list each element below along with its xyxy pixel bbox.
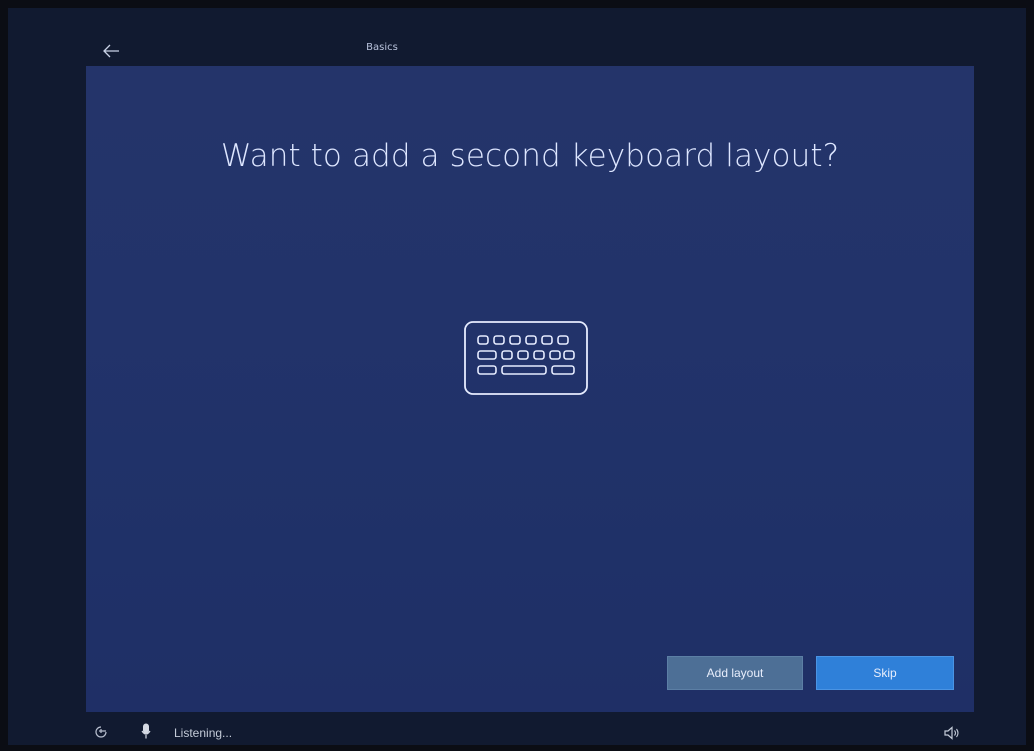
skip-button[interactable]: Skip bbox=[816, 656, 954, 690]
volume-icon[interactable] bbox=[944, 726, 960, 740]
back-arrow-icon bbox=[103, 44, 119, 58]
top-bar: Basics bbox=[8, 8, 1026, 68]
add-layout-button[interactable]: Add layout bbox=[667, 656, 803, 690]
page-title: Want to add a second keyboard layout? bbox=[220, 138, 840, 174]
keyboard-icon bbox=[464, 321, 588, 395]
listening-status: Listening... bbox=[174, 726, 233, 740]
ease-of-access-icon[interactable] bbox=[94, 725, 108, 739]
step-label: Basics bbox=[366, 42, 398, 53]
bottom-bar: Listening... bbox=[8, 712, 1026, 745]
content-panel: Want to add a second keyboard layout? Ad… bbox=[86, 66, 974, 712]
tab-basics: Basics bbox=[298, 42, 466, 68]
back-button[interactable] bbox=[100, 42, 122, 60]
microphone-icon[interactable] bbox=[141, 723, 151, 739]
oobe-screen: Basics Want to add a second keyboard lay… bbox=[8, 8, 1026, 745]
